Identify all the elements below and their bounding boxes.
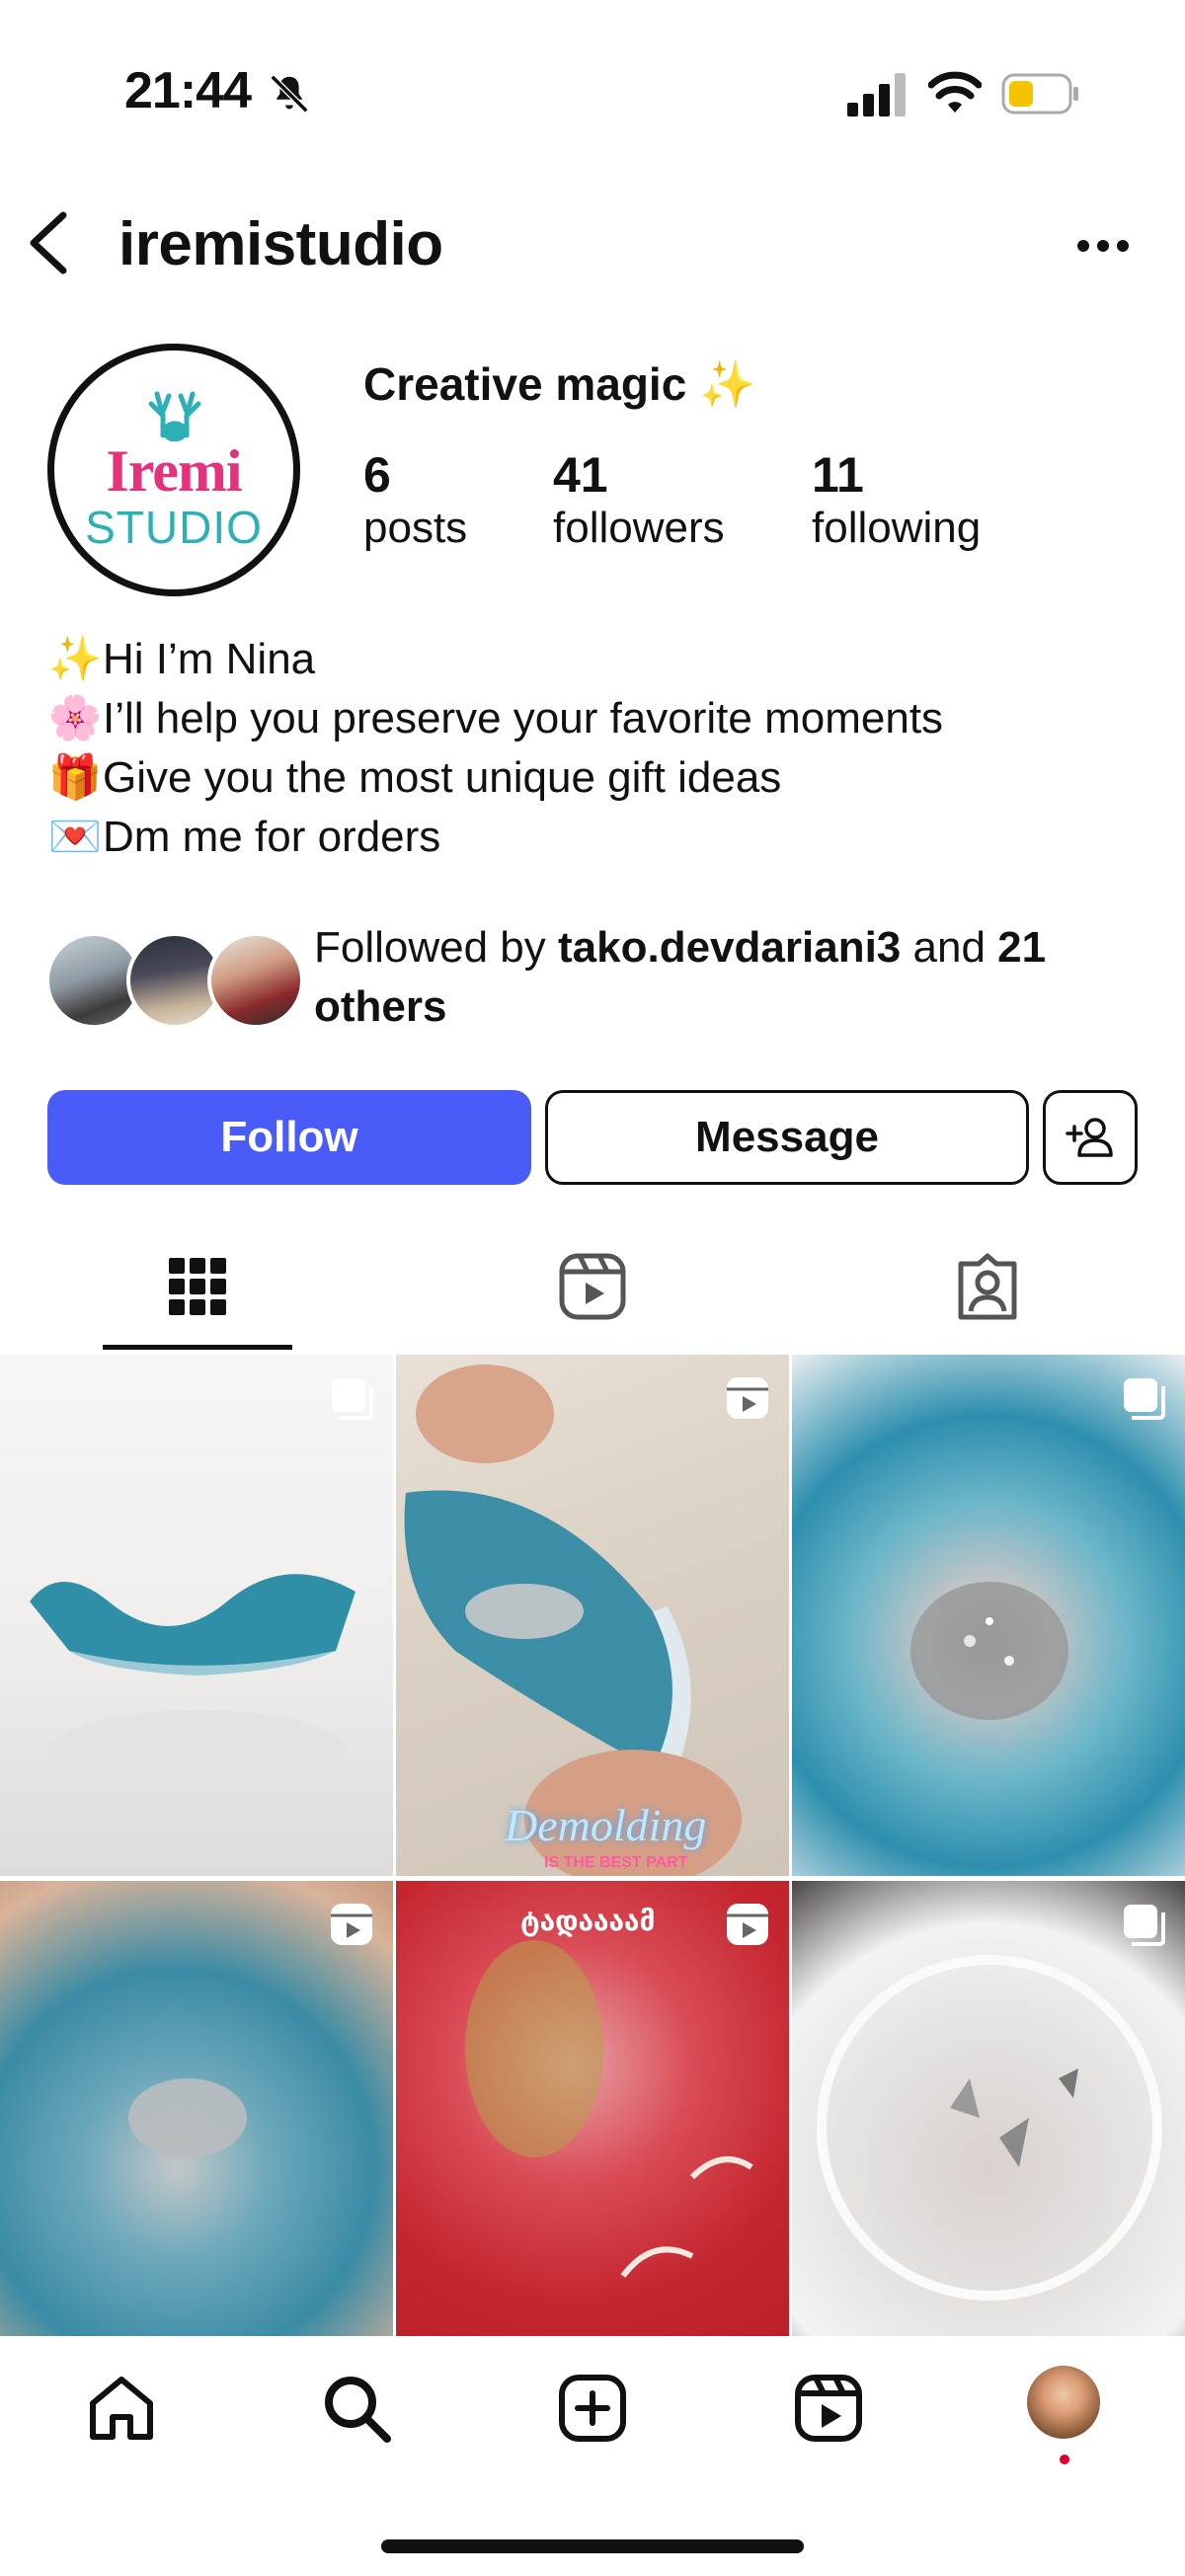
post-thumbnail[interactable] bbox=[0, 1881, 393, 2402]
home-icon[interactable] bbox=[85, 2372, 158, 2445]
reel-icon bbox=[727, 1377, 768, 1419]
home-indicator bbox=[381, 2539, 804, 2553]
stat-followers[interactable]: 41 followers bbox=[553, 446, 725, 553]
follow-button[interactable]: Follow bbox=[47, 1090, 531, 1185]
post-thumbnail[interactable] bbox=[792, 1355, 1185, 1876]
multiple-icon bbox=[1124, 1378, 1165, 1420]
person-add-icon bbox=[1066, 1118, 1113, 1157]
profile-avatar[interactable] bbox=[1027, 2366, 1100, 2439]
bio-line: 🌸I’ll help you preserve your favorite mo… bbox=[47, 689, 943, 748]
stat-following-label: following bbox=[812, 504, 982, 552]
chevron-left-icon[interactable] bbox=[22, 207, 77, 278]
grid-icon[interactable] bbox=[163, 1252, 232, 1321]
bio-line: 💌Dm me for orders bbox=[47, 808, 441, 867]
suggested-users-button[interactable] bbox=[1043, 1090, 1138, 1185]
reel-icon bbox=[331, 1904, 372, 1945]
bio-text: Hi I’m Nina bbox=[103, 635, 316, 683]
resin-coaster-image bbox=[404, 1365, 742, 1876]
post-thumbnail[interactable]: ტადაააამ bbox=[396, 1881, 789, 2402]
bio-text: I’ll help you preserve your favorite mom… bbox=[103, 694, 944, 742]
stat-posts-label: posts bbox=[363, 504, 468, 552]
bio-line: 🎁Give you the most unique gift ideas bbox=[47, 748, 782, 808]
followed-by-and: and bbox=[901, 923, 998, 972]
logo-text-studio: STUDIO bbox=[85, 502, 263, 553]
post-overlay-subtext: IS THE BEST PART bbox=[544, 1854, 688, 1871]
stat-posts-count: 6 bbox=[363, 447, 391, 503]
search-icon[interactable] bbox=[320, 2372, 393, 2445]
tagged-icon[interactable] bbox=[953, 1252, 1022, 1321]
bio-line: ✨Hi I’m Nina bbox=[47, 630, 316, 689]
message-button[interactable]: Message bbox=[545, 1090, 1029, 1185]
profile-display-name: Creative magic ✨ bbox=[363, 358, 756, 410]
followed-by-prefix: Followed by bbox=[314, 923, 559, 972]
reels-icon[interactable] bbox=[558, 1252, 627, 1321]
stat-followers-count: 41 bbox=[553, 447, 608, 503]
multiple-icon bbox=[1124, 1905, 1165, 1946]
create-icon[interactable] bbox=[556, 2372, 629, 2445]
resin-coaster-image bbox=[128, 2078, 247, 2157]
more-horizontal-icon[interactable] bbox=[1076, 237, 1130, 255]
battery-low-icon bbox=[1001, 73, 1078, 115]
bio-text: Give you the most unique gift ideas bbox=[103, 753, 782, 802]
post-overlay-text: ტადაააამ bbox=[520, 1906, 656, 1936]
follower-avatar[interactable] bbox=[207, 932, 304, 1029]
reels-icon[interactable] bbox=[792, 2372, 865, 2445]
gift-icon: 🎁 bbox=[47, 753, 103, 802]
status-time: 21:44 bbox=[124, 62, 252, 119]
stat-following-count: 11 bbox=[812, 447, 864, 503]
notification-dot bbox=[1060, 2455, 1069, 2464]
post-thumbnail[interactable]: Demolding IS THE BEST PART bbox=[396, 1355, 789, 1876]
reel-icon bbox=[727, 1904, 768, 1945]
post-thumbnail[interactable] bbox=[0, 1355, 393, 1876]
love-letter-icon: 💌 bbox=[47, 813, 103, 861]
avatar-logo: Iremi STUDIO bbox=[68, 364, 279, 576]
post-thumbnail[interactable] bbox=[792, 1881, 1185, 2402]
logo-text-iremi: Iremi bbox=[106, 438, 242, 504]
multiple-icon bbox=[332, 1378, 373, 1420]
followed-by-user: tako.devdariani3 bbox=[558, 923, 902, 972]
cellular-signal-icon bbox=[847, 73, 906, 117]
antler-logo-icon bbox=[148, 391, 201, 441]
clear-resin-image bbox=[817, 1955, 1162, 2301]
resin-geode-image bbox=[910, 1582, 1068, 1720]
resin-bowl-image bbox=[30, 1574, 356, 1789]
profile-avatar[interactable]: Iremi STUDIO bbox=[47, 344, 300, 596]
bell-slash-icon bbox=[270, 74, 309, 114]
followed-by-text[interactable]: Followed by tako.devdariani3 and 21 othe… bbox=[314, 918, 1163, 1037]
profile-username: iremistudio bbox=[118, 210, 443, 278]
stat-following[interactable]: 11 following bbox=[812, 446, 981, 553]
stat-posts[interactable]: 6 posts bbox=[363, 446, 467, 553]
active-tab-indicator bbox=[103, 1345, 292, 1350]
followed-by-count: 21 bbox=[997, 923, 1047, 972]
wifi-icon bbox=[928, 71, 982, 113]
sparkles-icon: ✨ bbox=[47, 635, 103, 683]
resin-red-image bbox=[465, 1940, 753, 2278]
bio-text: Dm me for orders bbox=[103, 813, 441, 861]
stat-followers-label: followers bbox=[553, 504, 725, 552]
post-overlay-text: Demolding bbox=[505, 1800, 707, 1850]
followed-by-others: others bbox=[314, 982, 447, 1031]
cherry-blossom-icon: 🌸 bbox=[47, 694, 103, 742]
